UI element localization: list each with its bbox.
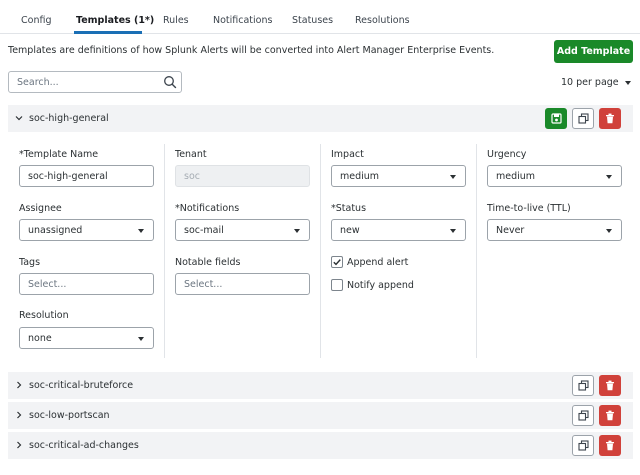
resolution-value: none <box>28 333 52 344</box>
chevron-right-icon[interactable] <box>15 381 23 389</box>
tenant-input: soc <box>175 165 310 187</box>
search-placeholder: Search... <box>17 77 59 88</box>
impact-select[interactable]: medium <box>331 165 466 187</box>
urgency-select[interactable]: medium <box>487 165 622 187</box>
copy-icon <box>577 440 589 451</box>
notable-fields-input[interactable]: Select... <box>175 273 310 295</box>
ttl-label: Time-to-live (TTL) <box>487 203 571 214</box>
template-row[interactable]: soc-low-portscan <box>8 402 633 429</box>
chevron-down-icon <box>450 229 456 233</box>
copy-button[interactable] <box>572 108 594 129</box>
tenant-label: Tenant <box>175 149 207 160</box>
delete-button[interactable] <box>599 108 621 129</box>
template-row-title: soc-high-general <box>29 113 109 124</box>
checkmark-icon <box>333 259 341 266</box>
tags-input[interactable]: Select... <box>19 273 154 295</box>
notifications-select[interactable]: soc-mail <box>175 219 310 241</box>
append-alert-checkbox[interactable] <box>331 256 343 268</box>
save-button[interactable] <box>545 108 567 129</box>
delete-button[interactable] <box>599 405 621 426</box>
copy-icon <box>577 410 589 421</box>
ttl-value: Never <box>496 225 525 236</box>
chevron-down-icon <box>138 337 144 341</box>
template-row-title: soc-critical-bruteforce <box>29 380 134 391</box>
template-row[interactable]: soc-critical-bruteforce <box>8 372 633 399</box>
per-page-select[interactable]: 10 per page <box>561 77 631 88</box>
chevron-down-icon <box>450 175 456 179</box>
chevron-down-icon <box>138 229 144 233</box>
column-divider <box>476 144 477 358</box>
template-name-input[interactable]: soc-high-general <box>19 165 154 187</box>
column-divider <box>164 144 165 358</box>
status-value: new <box>340 225 360 236</box>
assignee-label: Assignee <box>19 203 62 214</box>
copy-button[interactable] <box>572 435 594 456</box>
chevron-down-icon <box>606 175 612 179</box>
tab-templates[interactable]: Templates (1*) <box>76 15 154 26</box>
copy-icon <box>577 113 589 124</box>
save-icon <box>550 113 562 124</box>
notable-fields-label: Notable fields <box>175 257 241 268</box>
tab-statuses[interactable]: Statuses <box>292 15 333 26</box>
page-description: Templates are definitions of how Splunk … <box>8 45 495 56</box>
status-label: *Status <box>331 203 367 214</box>
tags-placeholder: Select... <box>28 279 67 290</box>
template-row[interactable]: soc-critical-ad-changes <box>8 432 633 459</box>
urgency-value: medium <box>496 171 536 182</box>
copy-icon <box>577 380 589 391</box>
append-alert-label: Append alert <box>347 257 409 268</box>
impact-value: medium <box>340 171 380 182</box>
resolution-select[interactable]: none <box>19 327 154 349</box>
chevron-down-icon <box>624 80 631 85</box>
active-tab-indicator <box>74 31 142 34</box>
tab-bar: Config Templates (1*) Rules Notification… <box>0 0 640 34</box>
column-divider <box>320 144 321 358</box>
ttl-select[interactable]: Never <box>487 219 622 241</box>
tab-config[interactable]: Config <box>21 15 51 26</box>
tab-resolutions[interactable]: Resolutions <box>355 15 410 26</box>
notify-append-label: Notify append <box>347 280 414 291</box>
template-row-expanded[interactable]: soc-high-general <box>8 105 633 132</box>
notable-fields-placeholder: Select... <box>184 279 223 290</box>
tab-rules[interactable]: Rules <box>163 15 189 26</box>
per-page-label: 10 per page <box>561 77 619 88</box>
tags-label: Tags <box>19 257 41 268</box>
tenant-value: soc <box>184 171 200 182</box>
copy-button[interactable] <box>572 405 594 426</box>
chevron-right-icon[interactable] <box>15 411 23 419</box>
template-row-title: soc-critical-ad-changes <box>29 440 139 451</box>
notifications-value: soc-mail <box>184 225 224 236</box>
trash-icon <box>606 440 614 451</box>
template-name-label: *Template Name <box>19 149 99 160</box>
delete-button[interactable] <box>599 375 621 396</box>
template-row-title: soc-low-portscan <box>29 410 110 421</box>
impact-label: Impact <box>331 149 364 160</box>
notify-append-checkbox[interactable] <box>331 279 343 291</box>
copy-button[interactable] <box>572 375 594 396</box>
template-name-value: soc-high-general <box>28 171 108 182</box>
notifications-label: *Notifications <box>175 203 240 214</box>
assignee-select[interactable]: unassigned <box>19 219 154 241</box>
trash-icon <box>606 113 614 124</box>
status-select[interactable]: new <box>331 219 466 241</box>
add-template-button[interactable]: Add Template <box>554 40 633 63</box>
resolution-label: Resolution <box>19 310 69 321</box>
chevron-right-icon[interactable] <box>15 441 23 449</box>
search-input[interactable]: Search... <box>8 71 182 93</box>
chevron-down-icon <box>294 229 300 233</box>
urgency-label: Urgency <box>487 149 527 160</box>
chevron-down-icon[interactable] <box>15 114 23 122</box>
search-icon[interactable] <box>163 75 177 89</box>
trash-icon <box>606 380 614 391</box>
trash-icon <box>606 410 614 421</box>
chevron-down-icon <box>606 229 612 233</box>
assignee-value: unassigned <box>28 225 83 236</box>
tab-notifications[interactable]: Notifications <box>213 15 272 26</box>
delete-button[interactable] <box>599 435 621 456</box>
